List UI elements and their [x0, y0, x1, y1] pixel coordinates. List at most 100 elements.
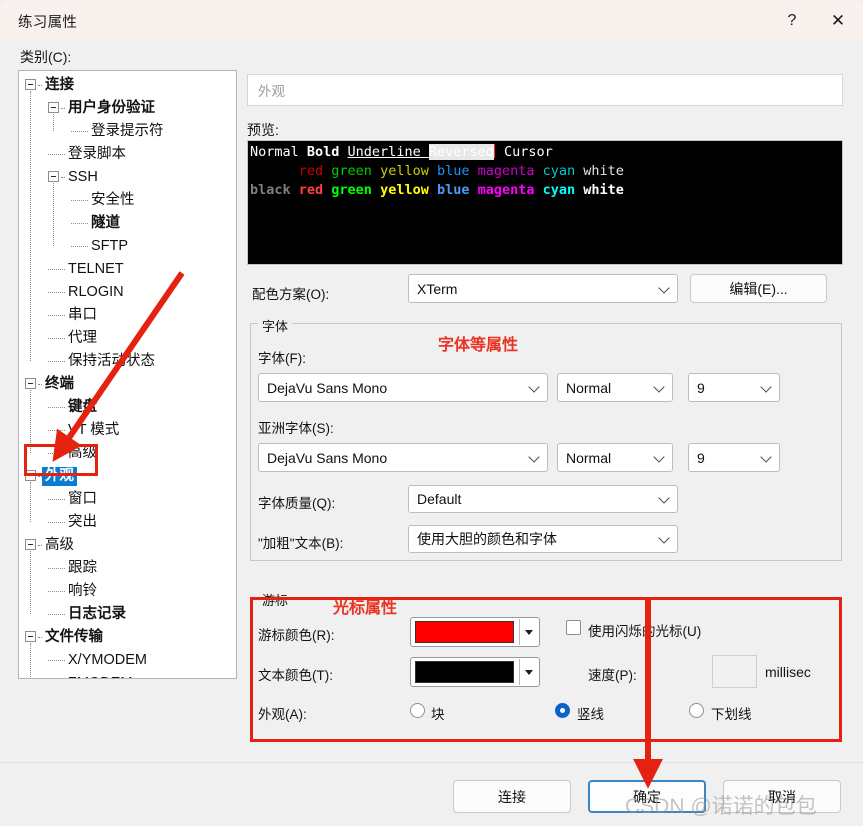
scheme-value: XTerm	[417, 280, 458, 297]
tree-item-24[interactable]: 文件传输	[42, 626, 106, 649]
preview-bright-green: green	[331, 182, 381, 198]
tree-item-label: VT 模式	[68, 422, 120, 438]
tree-item-label: 窗口	[68, 491, 97, 507]
scheme-label: 配色方案(O):	[252, 287, 330, 302]
font-quality-combo[interactable]: Default	[408, 485, 678, 513]
asian-font-family-combo[interactable]: DejaVu Sans Mono	[258, 443, 548, 472]
tree-item-13[interactable]: 终端	[42, 373, 77, 396]
tree-item-10[interactable]: 串口	[65, 304, 100, 327]
preview-bright-red: red	[298, 182, 332, 198]
tree-item-label: 代理	[68, 330, 97, 346]
preview-row-styles: Normal Bold Underline Reversed Cursor	[250, 143, 842, 162]
tree-item-19[interactable]: 突出	[65, 511, 100, 534]
preview-text-underline: Underline	[347, 144, 429, 160]
tree-item-4[interactable]: SSH	[65, 166, 101, 189]
tree-item-label: ZMODEM	[65, 674, 135, 678]
tree-item-1[interactable]: 用户身份验证	[65, 97, 158, 120]
tree-item-label: 日志记录	[68, 606, 126, 622]
tree-item-15[interactable]: VT 模式	[65, 419, 122, 442]
category-tree[interactable]: 连接用户身份验证登录提示符登录脚本 SSH 安全性 隧道 SFTP TELNET RLOGI…	[18, 70, 237, 679]
preview-text-cursor: Cursor	[495, 144, 553, 160]
tree-item-21[interactable]: 跟踪	[65, 557, 100, 580]
title-bar: 练习属性 ? ✕	[0, 0, 863, 41]
tree-expander-collapse-icon[interactable]	[25, 79, 36, 90]
preview-bright-cyan: cyan	[542, 182, 584, 198]
font-group-title: 字体	[258, 316, 293, 335]
preview-bright-white: white	[583, 182, 624, 198]
tree-item-12[interactable]: 保持活动状态	[65, 350, 158, 373]
tree-expander-collapse-icon[interactable]	[25, 539, 36, 550]
tree-item-6[interactable]: 隧道	[88, 212, 123, 235]
font-label: 字体(F):	[258, 351, 306, 366]
tree-item-0[interactable]: 连接	[42, 74, 77, 97]
asian-font-style-value: Normal	[566, 449, 612, 466]
scheme-combo[interactable]: XTerm	[408, 274, 678, 303]
font-size-combo[interactable]: 9	[688, 373, 780, 402]
chevron-down-icon	[658, 532, 670, 544]
tree-item-label: X/YMODEM	[68, 652, 147, 668]
tree-expander-collapse-icon[interactable]	[25, 378, 36, 389]
chevron-down-icon	[528, 380, 540, 393]
preview-bright-magenta: magenta	[477, 182, 543, 198]
chevron-down-icon	[653, 450, 665, 463]
tree-item-26[interactable]: ZMODEM	[65, 672, 135, 678]
asian-font-style-combo[interactable]: Normal	[557, 443, 673, 472]
asian-font-size-value: 9	[697, 449, 705, 466]
tree-expander-collapse-icon[interactable]	[48, 171, 59, 182]
tree-item-label: 跟踪	[68, 560, 97, 576]
tree-item-label: 保持活动状态	[68, 353, 155, 369]
chevron-down-icon	[658, 492, 670, 504]
preview-dim-red: red	[298, 163, 332, 179]
tree-item-label: 终端	[45, 376, 74, 392]
tree-item-label: 文件传输	[45, 629, 103, 645]
preview-bright-black: black	[250, 182, 299, 198]
close-icon[interactable]: ✕	[815, 0, 861, 41]
terminal-preview: Normal Bold Underline Reversed Cursor re…	[247, 140, 843, 265]
tree-expander-collapse-icon[interactable]	[48, 102, 59, 113]
tree-item-25[interactable]: X/YMODEM	[65, 649, 150, 672]
tree-item-label: 连接	[45, 77, 74, 93]
bold-text-label: "加粗"文本(B):	[258, 536, 344, 551]
tree-item-14[interactable]: 键盘	[65, 396, 100, 419]
tree-item-8[interactable]: TELNET	[65, 258, 127, 281]
tree-item-label: TELNET	[68, 261, 124, 277]
tree-item-label: SSH	[68, 169, 98, 185]
tree-item-label: 登录提示符	[91, 123, 164, 139]
font-style-value: Normal	[566, 379, 612, 396]
preview-dim-green: green	[331, 163, 381, 179]
font-family-combo[interactable]: DejaVu Sans Mono	[258, 373, 548, 402]
font-style-combo[interactable]: Normal	[557, 373, 673, 402]
watermark: CSDN @诺诺的包包	[625, 795, 817, 818]
tree-item-3[interactable]: 登录脚本	[65, 143, 129, 166]
tree-item-20[interactable]: 高级	[42, 534, 77, 557]
tree-item-label: 响铃	[68, 583, 97, 599]
tree-item-label: 串口	[68, 307, 97, 323]
annotation-rect-appearance-node	[24, 444, 98, 476]
preview-dim-white: white	[583, 163, 624, 179]
help-icon[interactable]: ?	[769, 0, 815, 41]
preview-dim-cyan: cyan	[542, 163, 584, 179]
tree-item-label: 键盘	[68, 399, 97, 415]
tree-item-label: 用户身份验证	[68, 100, 155, 116]
preview-dim-yellow: yellow	[380, 163, 437, 179]
preview-text-normal: Normal	[250, 144, 307, 160]
tree-item-22[interactable]: 响铃	[65, 580, 100, 603]
tree-item-label: 登录脚本	[68, 146, 126, 162]
preview-row-dim-colors: red green yellow blue magenta cyan white	[250, 162, 842, 181]
asian-font-size-combo[interactable]: 9	[688, 443, 780, 472]
edit-scheme-label: 编辑(E)...	[729, 280, 788, 297]
tree-item-9[interactable]: RLOGIN	[65, 281, 127, 304]
connect-button[interactable]: 连接	[453, 780, 571, 813]
tree-item-11[interactable]: 代理	[65, 327, 100, 350]
tree-item-23[interactable]: 日志记录	[65, 603, 129, 626]
tree-item-7[interactable]: SFTP	[88, 235, 131, 258]
tree-expander-collapse-icon[interactable]	[25, 631, 36, 642]
edit-scheme-button[interactable]: 编辑(E)...	[690, 274, 827, 303]
tree-item-label: RLOGIN	[68, 284, 124, 300]
tree-item-2[interactable]: 登录提示符	[88, 120, 167, 143]
category-label: 类别(C):	[20, 49, 72, 65]
pane-header-text: 外观	[258, 84, 285, 99]
bold-text-combo[interactable]: 使用大胆的颜色和字体	[408, 525, 678, 553]
tree-item-18[interactable]: 窗口	[65, 488, 100, 511]
tree-item-5[interactable]: 安全性	[88, 189, 138, 212]
